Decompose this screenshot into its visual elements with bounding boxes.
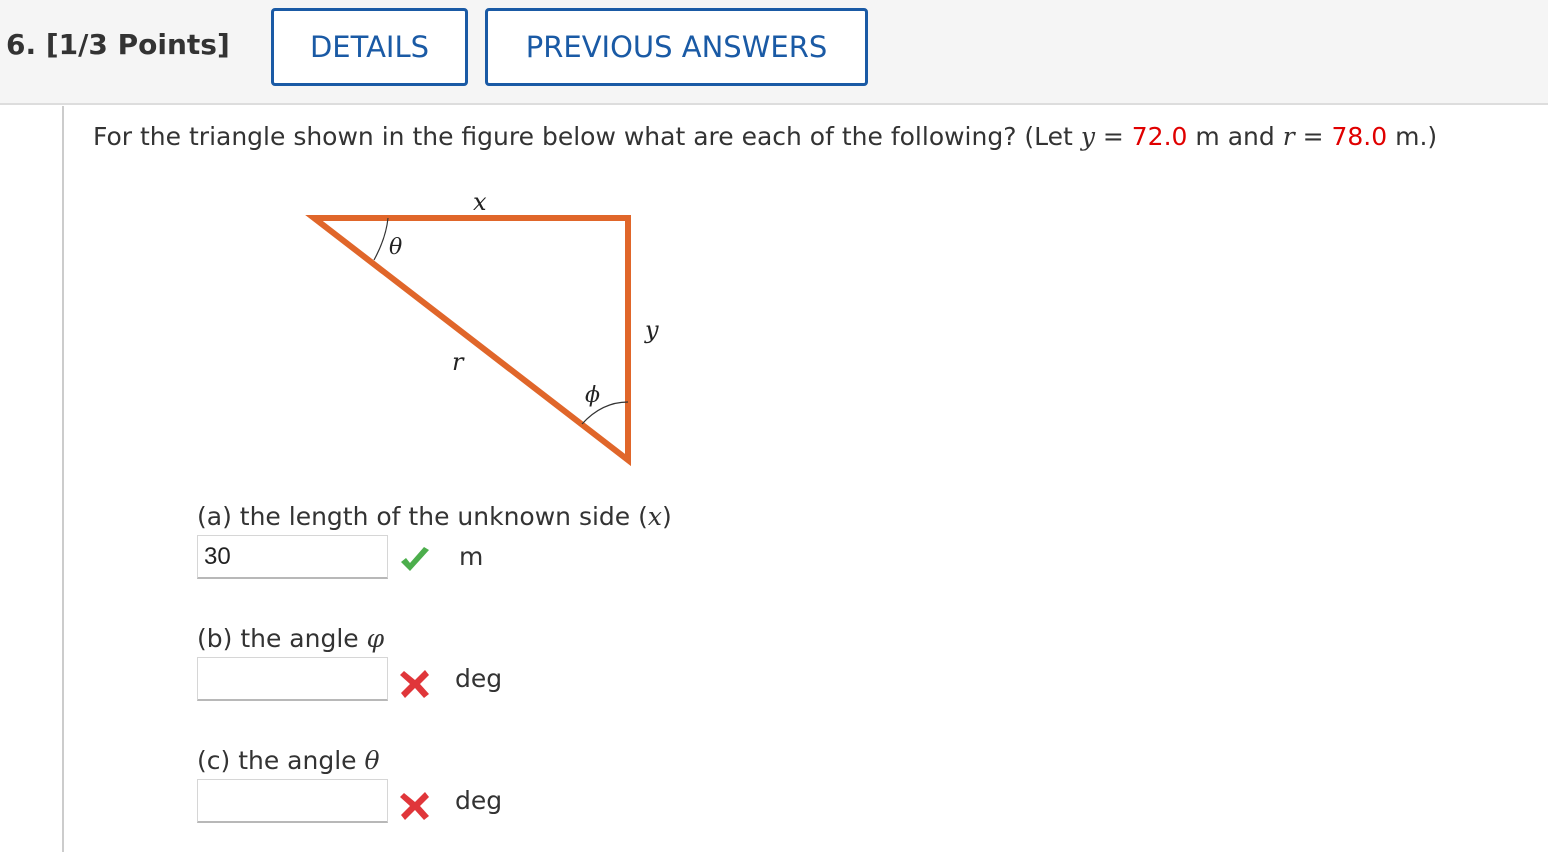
theta-label: θ	[389, 235, 402, 260]
x-mark-icon	[400, 670, 429, 698]
prompt-text-start: For the triangle shown in the figure bel…	[93, 122, 1081, 151]
check-icon	[401, 547, 429, 571]
question-header: 6. [1/3 Points] DETAILS PREVIOUS ANSWERS	[0, 0, 1548, 105]
part-a-label: (a) the length of the unknown side (x)	[197, 502, 672, 531]
given-y-value: 72.0	[1131, 122, 1188, 151]
part-b-answer-input[interactable]	[197, 657, 388, 701]
part-b-label-text: (b) the angle	[197, 624, 367, 653]
part-c-symbol: θ	[364, 746, 380, 775]
question-prompt: For the triangle shown in the figure bel…	[93, 122, 1437, 151]
x-mark-icon	[400, 792, 429, 820]
prompt-text-mid: m and	[1187, 122, 1283, 151]
part-c-label: (c) the angle θ	[197, 746, 380, 775]
phi-label: ϕ	[585, 383, 600, 408]
details-button[interactable]: DETAILS	[271, 8, 468, 86]
triangle-figure: x θ y r ϕ	[305, 188, 659, 467]
part-a-label-end: )	[661, 502, 672, 531]
prompt-eq-1: =	[1094, 122, 1132, 151]
prompt-eq-2: =	[1294, 122, 1332, 151]
question-points-label: 6. [1/3 Points]	[6, 28, 230, 61]
previous-answers-button[interactable]: PREVIOUS ANSWERS	[485, 8, 868, 86]
prompt-text-end: m.)	[1387, 122, 1438, 151]
part-b-label: (b) the angle φ	[197, 624, 384, 653]
prompt-var-y: y	[1080, 122, 1095, 151]
prompt-var-r: r	[1282, 122, 1295, 151]
side-x-label: x	[473, 188, 487, 216]
triangle-shape	[305, 215, 631, 467]
part-a-symbol: x	[647, 502, 662, 531]
part-c-unit: deg	[455, 786, 503, 815]
theta-angle-arc	[373, 217, 389, 261]
given-r-value: 78.0	[1331, 122, 1388, 151]
part-b-unit: deg	[455, 664, 503, 693]
part-b-symbol: φ	[366, 624, 385, 653]
content-left-border	[62, 106, 64, 852]
part-a-unit: m	[459, 542, 484, 571]
part-c-label-text: (c) the angle	[197, 746, 365, 775]
side-r-label: r	[452, 348, 465, 376]
side-y-label: y	[644, 316, 659, 344]
part-a-label-text: (a) the length of the unknown side (	[197, 502, 648, 531]
part-c-answer-input[interactable]	[197, 779, 388, 823]
part-a-answer-input[interactable]	[197, 535, 388, 579]
